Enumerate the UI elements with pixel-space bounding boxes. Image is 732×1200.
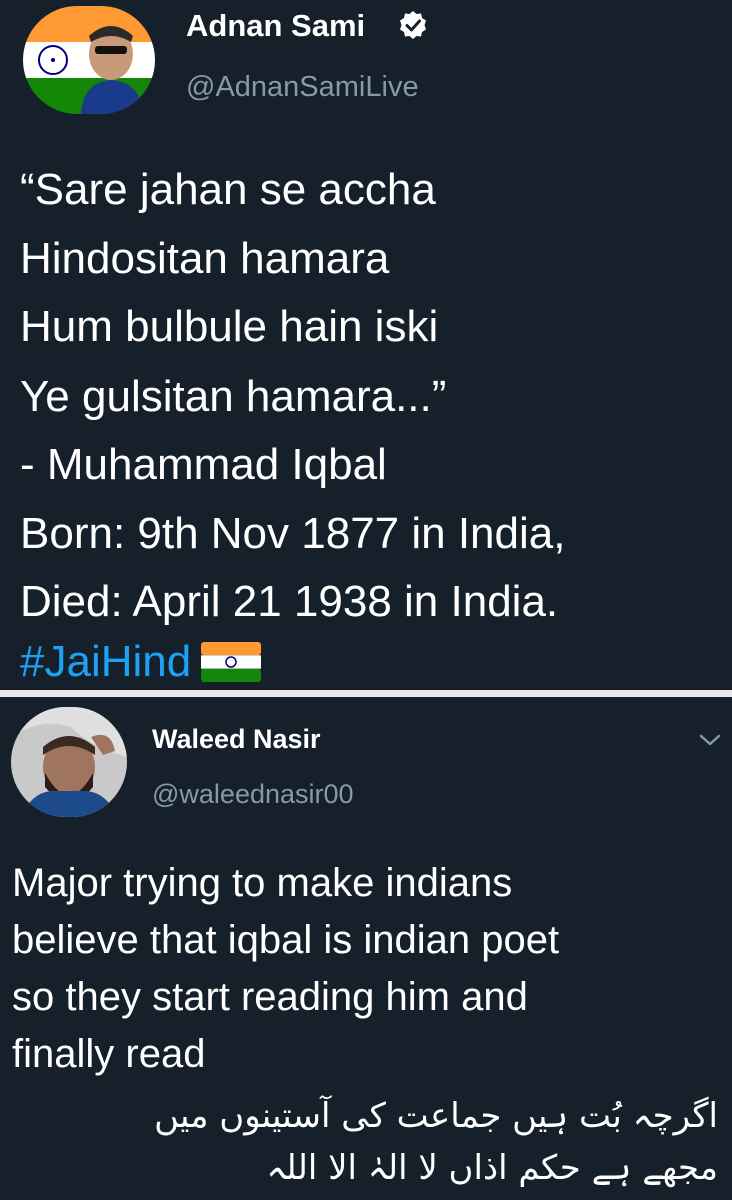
tweet-text-line: Hum bulbule hain iski: [20, 302, 439, 351]
avatar-adnan-sami[interactable]: [23, 6, 155, 114]
tweet-text-line: Died: April 21 1938 in India.: [20, 577, 559, 626]
author-handle[interactable]: @waleednasir00: [152, 779, 354, 810]
tweet-text-line: finally read: [12, 1032, 206, 1076]
tweet-text-line: Born: 9th Nov 1877 in India,: [20, 509, 566, 558]
avatar-waleed-nasir[interactable]: [11, 707, 127, 817]
hashtag-link[interactable]: #JaiHind: [20, 637, 191, 686]
urdu-verse-line: اگرچہ بُت ہیں جماعت کی آستینوں میں: [154, 1096, 718, 1136]
author-handle[interactable]: @AdnanSamiLive: [186, 71, 419, 104]
hashtag-line: #JaiHind: [20, 637, 262, 693]
author-name[interactable]: Waleed Nasir: [152, 724, 321, 755]
verified-badge-icon: [400, 11, 426, 39]
tweet-text-line: so they start reading him and: [12, 975, 528, 1019]
tweet-text-line: “Sare jahan se accha: [20, 165, 436, 214]
tweet-text-line: Hindositan hamara: [20, 234, 390, 283]
tweet-text-line: Ye gulsitan hamara...”: [20, 372, 447, 421]
tweet-text-line: - Muhammad Iqbal: [20, 440, 387, 489]
chevron-down-icon[interactable]: [696, 730, 724, 750]
urdu-verse-line: مجھے ہے حکم اذاں لا الہٰ الا اللہ: [266, 1148, 718, 1188]
tweet-divider: [0, 690, 732, 697]
india-flag-emoji: [201, 642, 262, 693]
tweet-adnan-sami[interactable]: Adnan Sami @AdnanSamiLive “Sare jahan se…: [0, 0, 732, 690]
tweet-text-line: believe that iqbal is indian poet: [12, 918, 560, 962]
tweet-waleed-nasir[interactable]: Waleed Nasir @waleednasir00 Major trying…: [0, 697, 732, 1200]
tweet-text-line: Major trying to make indians: [12, 861, 513, 905]
author-name[interactable]: Adnan Sami: [186, 8, 365, 44]
